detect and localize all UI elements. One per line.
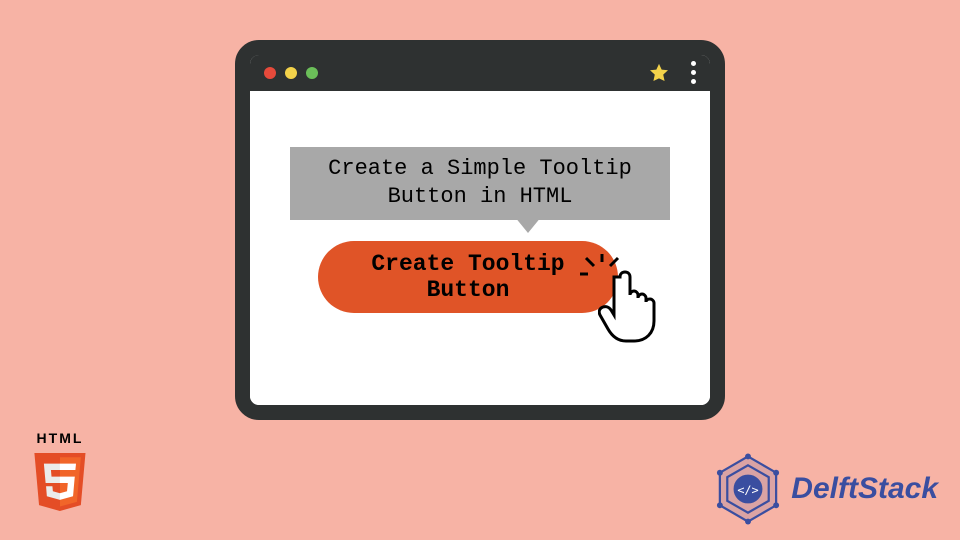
button-label: Create Tooltip Button (371, 251, 564, 303)
kebab-menu-icon[interactable] (691, 61, 696, 84)
tooltip-text: Create a Simple Tooltip Button in HTML (328, 156, 632, 209)
delftstack-logo: </> DelftStack (711, 452, 938, 526)
window-content: Create a Simple Tooltip Button in HTML C… (250, 91, 710, 405)
delftstack-label: DelftStack (791, 472, 938, 506)
delftstack-emblem-icon: </> (711, 452, 785, 526)
cursor-click-illustration (580, 249, 670, 349)
html5-label: HTML (24, 430, 96, 446)
close-icon[interactable] (264, 67, 276, 79)
browser-window: Create a Simple Tooltip Button in HTML C… (235, 40, 725, 420)
hand-cursor-icon (598, 269, 658, 344)
star-icon[interactable] (648, 62, 670, 84)
tooltip-arrow-icon (510, 211, 546, 233)
tooltip: Create a Simple Tooltip Button in HTML (290, 147, 670, 220)
titlebar (250, 55, 710, 91)
create-tooltip-button[interactable]: Create Tooltip Button (318, 241, 618, 313)
minimize-icon[interactable] (285, 67, 297, 79)
html5-logo: HTML (24, 430, 96, 520)
svg-text:</>: </> (738, 483, 759, 497)
html5-shield-icon (31, 449, 89, 515)
maximize-icon[interactable] (306, 67, 318, 79)
